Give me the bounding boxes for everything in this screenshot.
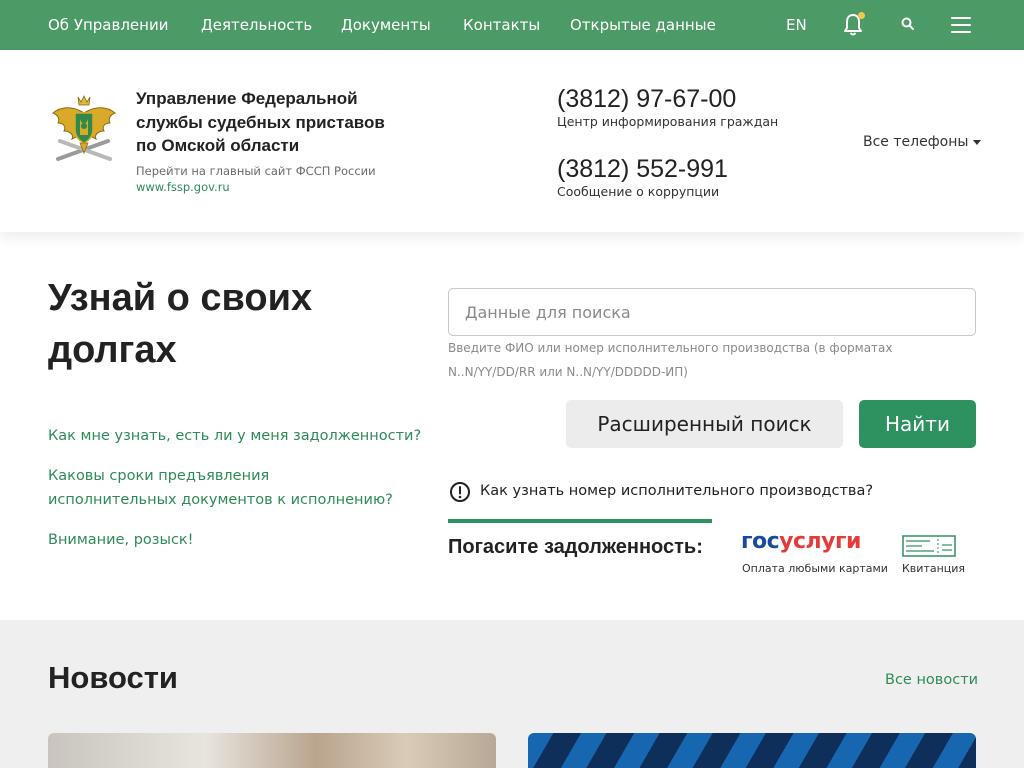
nav-item-contacts[interactable]: Контакты	[463, 16, 540, 34]
nav-item-about[interactable]: Об Управлении	[48, 16, 168, 34]
notification-dot	[858, 12, 865, 19]
news-card-image-archive[interactable]	[48, 733, 496, 768]
menu-icon[interactable]	[951, 16, 971, 34]
nav-item-open-data[interactable]: Открытые данные	[570, 16, 716, 34]
phone-corruption[interactable]: (3812) 552-991	[557, 155, 728, 183]
case-number-help-link[interactable]: Как узнать номер исполнительного произво…	[480, 483, 873, 499]
main-site-link[interactable]: www.fssp.gov.ru	[136, 180, 230, 194]
site-header: Управление Федеральной службы судебных п…	[0, 50, 1024, 232]
pay-accent-bar	[448, 519, 712, 523]
phone-corruption-note: Сообщение о коррупции	[557, 184, 720, 199]
nav-item-documents[interactable]: Документы	[341, 16, 431, 34]
caret-down-icon	[973, 139, 982, 145]
faq-link-wanted[interactable]: Внимание, розыск!	[48, 528, 194, 552]
main-site-note: Перейти на главный сайт ФССП России	[136, 164, 376, 178]
debt-search-input[interactable]	[448, 288, 976, 336]
receipt-caption: Квитанция	[902, 562, 966, 575]
phone-citizens-note: Центр информирования граждан	[557, 114, 779, 129]
news-card-image-blue[interactable]	[528, 733, 976, 768]
all-phones-label: Все телефоны	[863, 134, 969, 150]
organization-title: Управление Федеральной службы судебных п…	[136, 89, 385, 155]
all-phones-dropdown[interactable]: Все телефоны	[863, 134, 982, 150]
faq-link-deadlines[interactable]: Каковы сроки предъявления исполнительных…	[48, 464, 393, 512]
nav-item-activity[interactable]: Деятельность	[201, 16, 312, 34]
gosuslugi-logo-part2: услуги	[779, 529, 861, 554]
fssp-emblem-icon[interactable]	[50, 93, 118, 165]
gosuslugi-logo-part1: гос	[741, 529, 780, 554]
exclamation-circle-icon	[450, 482, 470, 502]
find-button[interactable]: Найти	[859, 400, 976, 448]
gosuslugi-logo[interactable]: госуслуги	[741, 529, 861, 554]
news-section: Новости Все новости	[0, 620, 1024, 768]
all-news-link[interactable]: Все новости	[885, 672, 978, 688]
gosuslugi-caption: Оплата любыми картами	[742, 562, 888, 575]
top-navigation: Об Управлении Деятельность Документы Кон…	[0, 0, 1024, 50]
language-switch[interactable]: EN	[786, 16, 807, 34]
receipt-icon[interactable]	[902, 535, 956, 557]
faq-link-check-debts[interactable]: Как мне узнать, есть ли у меня задолженн…	[48, 424, 421, 448]
news-title: Новости	[48, 660, 178, 695]
advanced-search-button[interactable]: Расширенный поиск	[566, 400, 843, 448]
search-icon[interactable]	[900, 16, 916, 32]
phone-citizens[interactable]: (3812) 97-67-00	[557, 85, 736, 113]
pay-debt-title: Погасите задолженность:	[448, 536, 703, 558]
debt-title: Узнай о своих долгах	[48, 277, 313, 371]
search-hint: Введите ФИО или номер исполнительного пр…	[448, 341, 893, 379]
